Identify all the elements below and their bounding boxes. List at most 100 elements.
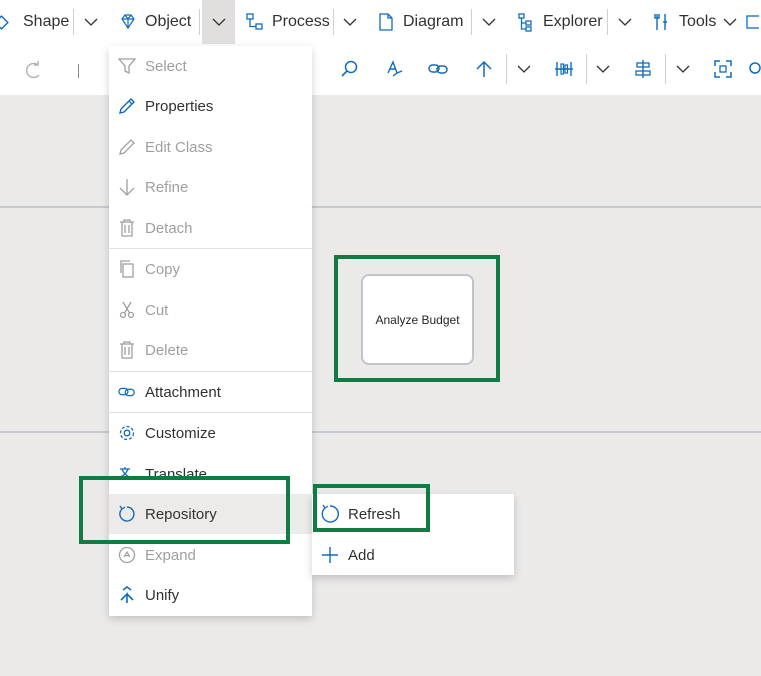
menu-item-edit-class[interactable]: Edit Class bbox=[109, 127, 312, 167]
redo-button[interactable] bbox=[21, 56, 47, 82]
chevron-down-icon bbox=[482, 18, 496, 26]
menu-item-refine[interactable]: Refine bbox=[109, 167, 312, 207]
highlight-repository bbox=[79, 476, 290, 544]
chevron-down-icon bbox=[343, 18, 357, 26]
menu-item-label: Detach bbox=[145, 219, 193, 237]
menu-item-cut[interactable]: Cut bbox=[109, 290, 312, 330]
menu-item-copy[interactable]: Copy bbox=[109, 249, 312, 289]
ribbon-tab-process-label: Process bbox=[272, 13, 330, 30]
ribbon-tab-shape-label: Shape bbox=[23, 13, 70, 30]
align-button[interactable] bbox=[630, 56, 656, 82]
arrow-down-icon bbox=[118, 178, 136, 196]
ribbon-tab-diagram[interactable]: Diagram bbox=[376, 0, 463, 44]
toolbar-separator bbox=[586, 54, 587, 84]
menu-item-properties[interactable]: Properties bbox=[109, 86, 312, 126]
ribbon-tab-tools-label: Tools bbox=[679, 13, 717, 30]
menu-item-select[interactable]: Select bbox=[109, 46, 312, 86]
chevron-down-icon bbox=[723, 18, 737, 26]
menu-item-detach[interactable]: Detach bbox=[109, 208, 312, 248]
pencil-icon bbox=[118, 138, 136, 156]
chevron-down-icon bbox=[517, 65, 531, 73]
spelling-button[interactable] bbox=[381, 56, 407, 82]
overflow-button[interactable] bbox=[745, 0, 761, 44]
submenu-item-add[interactable]: Add bbox=[312, 535, 514, 575]
menu-item-delete[interactable]: Delete bbox=[109, 330, 312, 370]
move-dropdown-button[interactable] bbox=[511, 56, 537, 82]
search-icon bbox=[341, 60, 358, 77]
shape-dropdown-button[interactable] bbox=[78, 0, 104, 44]
diagram-dropdown-button[interactable] bbox=[476, 0, 502, 44]
chevron-down-icon bbox=[618, 18, 632, 26]
ribbon-separator bbox=[471, 9, 472, 35]
toolbar-separator bbox=[506, 54, 507, 84]
ribbon-separator bbox=[607, 9, 608, 35]
ribbon-tab-diagram-label: Diagram bbox=[403, 13, 464, 30]
distribute-dropdown-button[interactable] bbox=[590, 56, 616, 82]
ribbon-tab-explorer[interactable]: Explorer bbox=[516, 0, 603, 44]
arrow-up-icon bbox=[476, 60, 492, 77]
menu-item-label: Customize bbox=[145, 424, 216, 442]
ribbon: Shape Object Process Diagram Explorer To… bbox=[0, 0, 761, 44]
submenu-item-label: Add bbox=[348, 546, 375, 564]
menu-item-label: Properties bbox=[145, 97, 214, 115]
highlight-refresh bbox=[313, 484, 430, 532]
tools-dropdown-button[interactable] bbox=[717, 0, 743, 44]
menu-item-label: Select bbox=[145, 57, 187, 75]
ribbon-separator bbox=[73, 9, 74, 35]
merge-icon bbox=[118, 586, 136, 604]
copy-icon bbox=[118, 260, 136, 278]
tree-icon bbox=[516, 12, 536, 32]
ribbon-tab-explorer-label: Explorer bbox=[543, 13, 603, 30]
link-button[interactable] bbox=[425, 56, 451, 82]
tools-icon bbox=[652, 12, 672, 32]
toolbar-separator bbox=[78, 64, 79, 78]
menu-item-label: Cut bbox=[145, 301, 169, 319]
ribbon-tab-object-label: Object bbox=[145, 13, 192, 30]
search-button[interactable] bbox=[336, 56, 362, 82]
ribbon-tab-shape[interactable]: Shape bbox=[0, 0, 69, 44]
trash-icon bbox=[118, 341, 136, 359]
align-icon bbox=[635, 60, 651, 78]
menu-item-label: Attachment bbox=[145, 383, 221, 401]
highlight-shape bbox=[334, 255, 500, 382]
fit-to-screen-button[interactable] bbox=[710, 56, 736, 82]
chevron-down-icon bbox=[596, 65, 610, 73]
zoom-icon bbox=[749, 62, 761, 74]
chevron-down-icon bbox=[676, 65, 690, 73]
distribute-button[interactable] bbox=[551, 56, 577, 82]
object-dropdown-button[interactable] bbox=[202, 0, 235, 44]
menu-item-customize[interactable]: Customize bbox=[109, 413, 312, 453]
align-dropdown-button[interactable] bbox=[670, 56, 696, 82]
ribbon-separator bbox=[199, 9, 200, 35]
explorer-dropdown-button[interactable] bbox=[612, 0, 638, 44]
plus-icon bbox=[320, 545, 340, 565]
ribbon-tab-tools[interactable]: Tools bbox=[652, 0, 716, 44]
process-dropdown-button[interactable] bbox=[337, 0, 363, 44]
zoom-button[interactable] bbox=[745, 56, 761, 82]
shape-icon bbox=[0, 12, 16, 32]
filter-icon bbox=[118, 57, 136, 75]
toolbar-separator bbox=[665, 54, 666, 84]
ribbon-tab-process[interactable]: Process bbox=[245, 0, 330, 44]
expand-icon bbox=[118, 546, 136, 564]
diamond-icon bbox=[118, 12, 138, 32]
menu-item-unify[interactable]: Unify bbox=[109, 575, 312, 615]
document-icon bbox=[376, 12, 396, 32]
menu-item-label: Edit Class bbox=[145, 138, 213, 156]
move-up-button[interactable] bbox=[471, 56, 497, 82]
chevron-down-icon bbox=[212, 18, 225, 26]
process-icon bbox=[245, 12, 265, 32]
menu-item-label: Refine bbox=[145, 178, 189, 196]
menu-item-label: Unify bbox=[145, 586, 180, 604]
menu-item-label: Delete bbox=[145, 341, 189, 359]
scissors-icon bbox=[118, 301, 136, 319]
distribute-icon bbox=[555, 62, 573, 76]
menu-item-label: Expand bbox=[145, 546, 196, 564]
menu-item-attachment[interactable]: Attachment bbox=[109, 372, 312, 412]
fit-screen-icon bbox=[714, 60, 732, 78]
menu-item-label: Copy bbox=[145, 260, 181, 278]
trash-icon bbox=[118, 219, 136, 237]
panel-icon bbox=[746, 15, 759, 29]
ribbon-tab-object[interactable]: Object bbox=[118, 0, 191, 44]
link-icon bbox=[428, 64, 448, 74]
